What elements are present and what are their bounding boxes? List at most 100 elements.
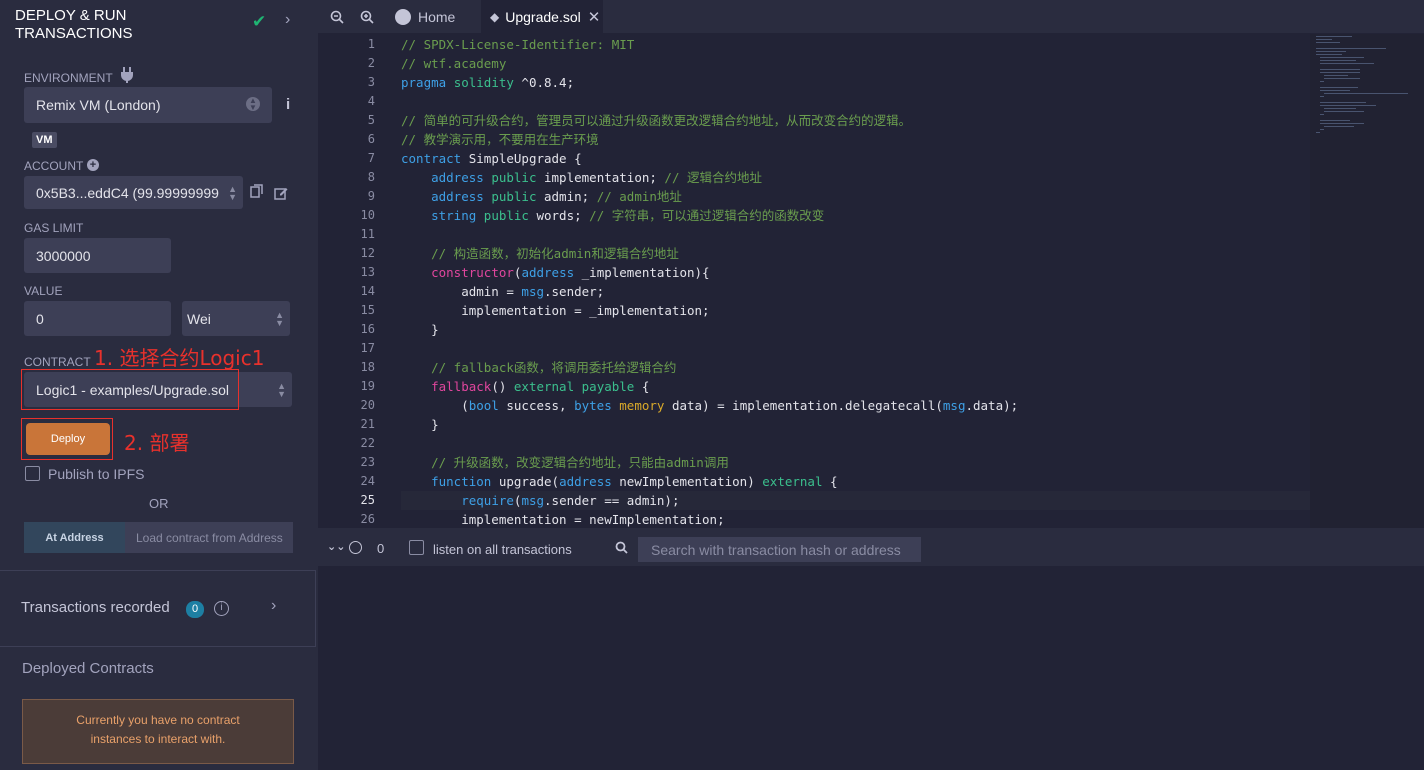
line-number: 22: [360, 436, 375, 450]
deploy-run-panel: DEPLOY & RUN TRANSACTIONS ✔ › ENVIRONMEN…: [0, 0, 318, 770]
account-select[interactable]: 0x5B3...eddC4 (99.99999999 ▲ ▼: [24, 176, 243, 209]
code-line[interactable]: }: [401, 320, 439, 339]
value-unit-select[interactable]: Wei ▲ ▼: [182, 301, 290, 336]
code-line[interactable]: // 升级函数，改变逻辑合约地址，只能由admin调用: [401, 453, 729, 472]
account-value: 0x5B3...eddC4 (99.99999999: [36, 184, 219, 201]
code-line[interactable]: address public implementation; // 逻辑合约地址: [401, 168, 762, 187]
line-number: 12: [360, 246, 375, 260]
line-number: 17: [360, 341, 375, 355]
info-icon[interactable]: i: [286, 96, 290, 113]
select-spinner-icon: ▲ ▼: [246, 97, 260, 112]
line-number: 13: [360, 265, 375, 279]
environment-value: Remix VM (London): [36, 97, 161, 113]
line-number: 19: [360, 379, 375, 393]
code-line[interactable]: admin = msg.sender;: [401, 282, 604, 301]
collapse-chevron-icon[interactable]: ⌄⌄: [327, 540, 345, 553]
close-icon[interactable]: ✕: [588, 8, 601, 26]
line-number: 25: [360, 493, 375, 507]
line-number: 20: [360, 398, 375, 412]
terminal-output: [318, 566, 1424, 770]
load-address-input[interactable]: Load contract from Address: [125, 522, 293, 553]
line-number: 2: [367, 56, 375, 70]
code-line[interactable]: contract SimpleUpgrade {: [401, 149, 582, 168]
plug-icon: [120, 67, 134, 86]
code-line[interactable]: // fallback函数，将调用委托给逻辑合约: [401, 358, 676, 377]
transactions-recorded-section[interactable]: Transactions recorded 0 i ›: [0, 570, 316, 647]
code-line[interactable]: (bool success, bytes memory data) = impl…: [401, 396, 1018, 415]
zoom-in-icon[interactable]: [360, 0, 374, 34]
code-line[interactable]: constructor(address _implementation){: [401, 263, 709, 282]
line-number: 9: [367, 189, 375, 203]
gas-limit-input[interactable]: 3000000: [24, 238, 171, 273]
gas-limit-label: GAS LIMIT: [24, 221, 84, 235]
pending-tx-count: 0: [377, 541, 385, 556]
editor-tabs: Home ◆ Upgrade.sol ✕: [318, 0, 1424, 34]
code-line[interactable]: function upgrade(address newImplementati…: [401, 472, 837, 491]
listen-all-label: listen on all transactions: [433, 542, 572, 557]
select-arrows-icon: ▲ ▼: [277, 380, 286, 399]
plus-circle-icon[interactable]: +: [87, 159, 99, 171]
zoom-out-icon[interactable]: [330, 0, 344, 34]
chevron-right-icon[interactable]: ›: [285, 11, 290, 29]
line-number: 16: [360, 322, 375, 336]
line-number: 4: [367, 94, 375, 108]
line-number: 6: [367, 132, 375, 146]
line-number: 15: [360, 303, 375, 317]
panel-title: DEPLOY & RUN TRANSACTIONS: [15, 7, 133, 42]
publish-ipfs-label: Publish to IPFS: [48, 466, 145, 482]
code-line[interactable]: // 简单的可升级合约，管理员可以通过升级函数更改逻辑合约地址，从而改变合约的逻…: [401, 111, 911, 130]
chevron-right-icon[interactable]: ›: [271, 597, 276, 615]
clear-console-icon[interactable]: [349, 541, 362, 554]
environment-select[interactable]: Remix VM (London) ▲ ▼: [24, 87, 272, 123]
check-icon: ✔: [252, 12, 267, 31]
line-number: 26: [360, 512, 375, 526]
value-input[interactable]: 0: [24, 301, 171, 336]
line-gutter: 1 2 3 4 5 6 7 8 9 10 11 12 13 14 15 16 17 18 19 20 21 22 23 24 2…: [318, 34, 393, 528]
contract-label: CONTRACT: [24, 355, 91, 369]
code-editor[interactable]: 1 2 3 4 5 6 7 8 9 10 11 12 13 14 15 16 17 18 19 20 21 22 23 24 2…: [318, 34, 1424, 528]
code-line[interactable]: // wtf.academy: [401, 54, 506, 73]
select-arrows-icon: ▲ ▼: [228, 183, 237, 202]
code-line[interactable]: implementation = newImplementation;: [401, 510, 724, 528]
account-label: ACCOUNT: [24, 159, 84, 173]
tab-upgrade-sol[interactable]: ◆ Upgrade.sol ✕: [481, 0, 603, 34]
tab-home-label: Home: [418, 9, 456, 25]
code-line[interactable]: fallback() external payable {: [401, 377, 649, 396]
minimap[interactable]: [1310, 34, 1424, 528]
line-number: 5: [367, 113, 375, 127]
code-line[interactable]: // 教学演示用，不要用在生产环境: [401, 130, 599, 149]
vm-badge: VM: [32, 132, 57, 148]
at-address-button[interactable]: At Address: [24, 522, 125, 553]
annotation-select-contract: 1. 选择合约Logic1: [94, 346, 265, 370]
line-number: 14: [360, 284, 375, 298]
deployed-contracts-label: Deployed Contracts: [22, 660, 154, 677]
value-unit: Wei: [187, 310, 211, 327]
info-circle-icon[interactable]: i: [214, 601, 229, 616]
line-number: 23: [360, 455, 375, 469]
value-label: VALUE: [24, 284, 63, 298]
line-number: 8: [367, 170, 375, 184]
line-number: 21: [360, 417, 375, 431]
code-line[interactable]: // SPDX-License-Identifier: MIT: [401, 35, 634, 54]
code-line[interactable]: implementation = _implementation;: [401, 301, 709, 320]
remix-logo-icon: [395, 9, 411, 25]
deploy-button[interactable]: Deploy: [26, 423, 110, 455]
edit-icon[interactable]: [274, 186, 288, 203]
search-icon: [615, 541, 628, 559]
line-number: 24: [360, 474, 375, 488]
tab-home[interactable]: Home: [388, 0, 480, 34]
transaction-search-input[interactable]: Search with transaction hash or address: [638, 537, 921, 562]
code-line[interactable]: string public words; // 字符串，可以通过逻辑合约的函数改…: [401, 206, 824, 225]
code-line[interactable]: }: [401, 415, 439, 434]
code-line[interactable]: pragma solidity ^0.8.4;: [401, 73, 574, 92]
tab-upgrade-sol-label: Upgrade.sol: [505, 9, 581, 25]
copy-icon[interactable]: [250, 184, 263, 201]
code-line[interactable]: // 构造函数，初始化admin和逻辑合约地址: [401, 244, 679, 263]
select-arrows-icon: ▲ ▼: [275, 309, 284, 328]
annotation-box-contract: [21, 369, 239, 410]
code-line[interactable]: address public admin; // admin地址: [401, 187, 682, 206]
listen-all-checkbox[interactable]: [409, 540, 424, 555]
code-line[interactable]: require(msg.sender == admin);: [401, 491, 1310, 510]
annotation-deploy: 2. 部署: [124, 431, 190, 455]
publish-ipfs-checkbox[interactable]: [25, 466, 40, 481]
